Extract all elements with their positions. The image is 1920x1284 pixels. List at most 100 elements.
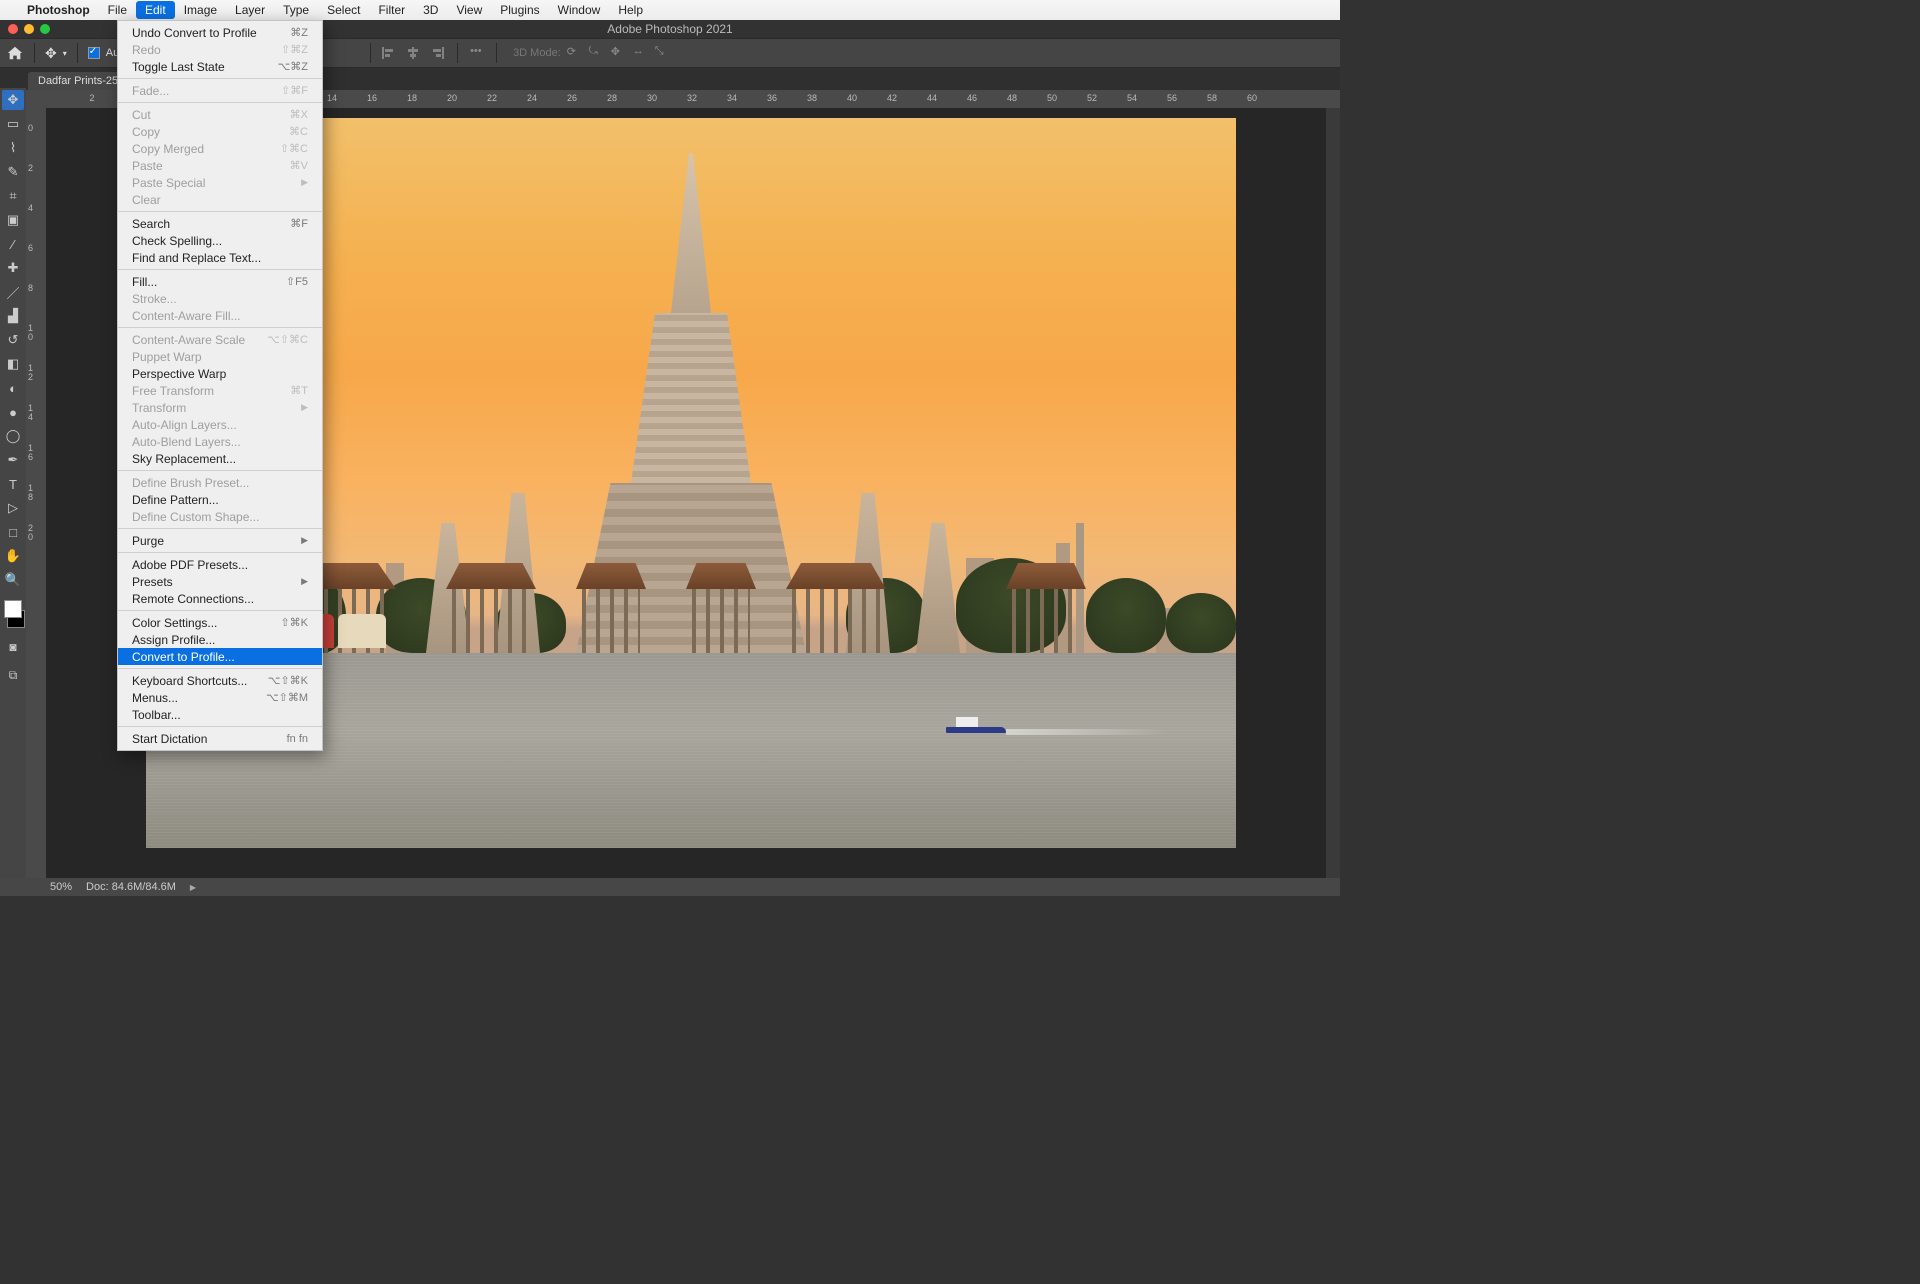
- align-left-icon[interactable]: [381, 45, 397, 61]
- menu-separator: [118, 211, 322, 212]
- eraser-tool[interactable]: ◧: [2, 354, 24, 374]
- menubar-edit[interactable]: Edit: [136, 1, 175, 19]
- 3d-slide-icon[interactable]: ↔: [633, 45, 649, 61]
- menu-item-color-settings[interactable]: Color Settings...⇧⌘K: [118, 614, 322, 631]
- align-hcenter-icon[interactable]: [405, 45, 421, 61]
- crop-tool[interactable]: ⌗: [2, 186, 24, 206]
- marquee-tool[interactable]: ▭: [2, 114, 24, 134]
- screen-mode-icon[interactable]: ⧉: [3, 668, 23, 684]
- menu-item-define-pattern[interactable]: Define Pattern...: [118, 491, 322, 508]
- path-select-tool[interactable]: ▷: [2, 498, 24, 518]
- menubar-window[interactable]: Window: [549, 1, 610, 19]
- quick-select-tool[interactable]: ✎: [2, 162, 24, 182]
- menubar-help[interactable]: Help: [609, 1, 652, 19]
- 3d-pan-icon[interactable]: ✥: [611, 45, 627, 61]
- submenu-arrow-icon: ▶: [301, 535, 308, 546]
- menu-item-fill[interactable]: Fill...⇧F5: [118, 273, 322, 290]
- menubar-plugins[interactable]: Plugins: [491, 1, 548, 19]
- hruler-tick: 34: [727, 93, 737, 103]
- menu-shortcut: ⌘T: [290, 384, 308, 397]
- menu-shortcut: ⌘X: [290, 108, 308, 121]
- zoom-level[interactable]: 50%: [50, 881, 72, 893]
- menubar-type[interactable]: Type: [274, 1, 318, 19]
- menu-item-sky-replacement[interactable]: Sky Replacement...: [118, 450, 322, 467]
- spot-heal-tool[interactable]: ✚: [2, 258, 24, 278]
- more-align-icon[interactable]: •••: [470, 45, 486, 61]
- menu-item-perspective-warp[interactable]: Perspective Warp: [118, 365, 322, 382]
- menubar-app[interactable]: Photoshop: [18, 1, 99, 19]
- rectangle-tool[interactable]: □: [2, 522, 24, 542]
- menu-item-label: Check Spelling...: [132, 234, 222, 248]
- menu-item-purge[interactable]: Purge▶: [118, 532, 322, 549]
- quick-mask-icon[interactable]: ◙: [3, 640, 23, 656]
- vertical-ruler: 024681 01 21 41 61 82 0: [26, 90, 46, 878]
- 3d-roll-icon[interactable]: ⤿: [589, 45, 605, 61]
- hruler-tick: 14: [327, 93, 337, 103]
- menu-item-label: Presets: [132, 575, 173, 589]
- history-brush-tool[interactable]: ↺: [2, 330, 24, 350]
- window-minimize-button[interactable]: [24, 24, 34, 34]
- menu-item-label: Content-Aware Fill...: [132, 309, 241, 323]
- hruler-tick: 28: [607, 93, 617, 103]
- hand-tool[interactable]: ✋: [2, 546, 24, 566]
- hruler-tick: 2: [89, 93, 94, 103]
- frame-tool[interactable]: ▣: [2, 210, 24, 230]
- vruler-tick: 1 4: [28, 404, 33, 422]
- menu-shortcut: ⌘Z: [290, 26, 308, 39]
- menu-item-adobe-pdf-presets[interactable]: Adobe PDF Presets...: [118, 556, 322, 573]
- submenu-arrow-icon: ▶: [301, 402, 308, 413]
- menu-item-remote-connections[interactable]: Remote Connections...: [118, 590, 322, 607]
- menu-item-label: Paste Special: [132, 176, 205, 190]
- menubar-filter[interactable]: Filter: [369, 1, 414, 19]
- menubar-image[interactable]: Image: [175, 1, 226, 19]
- menubar-layer[interactable]: Layer: [226, 1, 274, 19]
- menu-item-menus[interactable]: Menus...⌥⇧⌘M: [118, 689, 322, 706]
- menubar-3d[interactable]: 3D: [414, 1, 447, 19]
- menu-item-check-spelling[interactable]: Check Spelling...: [118, 232, 322, 249]
- vertical-scrollbar[interactable]: [1326, 108, 1340, 878]
- menu-item-start-dictation[interactable]: Start Dictationfn fn: [118, 730, 322, 747]
- lasso-tool[interactable]: ⌇: [2, 138, 24, 158]
- dodge-tool[interactable]: ◯: [2, 426, 24, 446]
- brush-tool[interactable]: ／: [2, 282, 24, 302]
- gradient-tool[interactable]: ◐: [2, 378, 24, 398]
- 3d-scale-icon[interactable]: ⤡: [655, 45, 671, 61]
- menubar-file[interactable]: File: [99, 1, 136, 19]
- window-close-button[interactable]: [8, 24, 18, 34]
- type-tool[interactable]: T: [2, 474, 24, 494]
- status-flyout-icon[interactable]: ▶: [190, 883, 196, 892]
- menu-item-assign-profile[interactable]: Assign Profile...: [118, 631, 322, 648]
- blur-tool[interactable]: ●: [2, 402, 24, 422]
- menu-item-toggle-last-state[interactable]: Toggle Last State⌥⌘Z: [118, 58, 322, 75]
- menu-item-undo-convert-to-profile[interactable]: Undo Convert to Profile⌘Z: [118, 24, 322, 41]
- doc-size[interactable]: Doc: 84.6M/84.6M: [86, 881, 176, 893]
- align-right-icon[interactable]: [429, 45, 445, 61]
- menubar-select[interactable]: Select: [318, 1, 369, 19]
- submenu-arrow-icon: ▶: [301, 576, 308, 587]
- document-tab-label: Dadfar Prints-253.j: [38, 75, 130, 87]
- eyedropper-tool[interactable]: ⁄: [2, 234, 24, 254]
- menu-item-find-and-replace-text[interactable]: Find and Replace Text...: [118, 249, 322, 266]
- macos-menubar: Photoshop FileEditImageLayerTypeSelectFi…: [0, 0, 1340, 20]
- image-pavilion: [1006, 563, 1086, 653]
- menu-shortcut: ⇧⌘C: [280, 142, 308, 155]
- menu-item-label: Auto-Blend Layers...: [132, 435, 241, 449]
- window-zoom-button[interactable]: [40, 24, 50, 34]
- menu-separator: [118, 610, 322, 611]
- hruler-tick: 24: [527, 93, 537, 103]
- menu-item-keyboard-shortcuts[interactable]: Keyboard Shortcuts...⌥⇧⌘K: [118, 672, 322, 689]
- auto-select-checkbox[interactable]: [88, 47, 100, 59]
- zoom-tool[interactable]: 🔍: [2, 570, 24, 590]
- move-tool-icon[interactable]: ✥: [45, 45, 57, 62]
- pen-tool[interactable]: ✒: [2, 450, 24, 470]
- home-icon[interactable]: [6, 45, 24, 61]
- menubar-view[interactable]: View: [447, 1, 491, 19]
- menu-item-toolbar[interactable]: Toolbar...: [118, 706, 322, 723]
- 3d-orbit-icon[interactable]: ⟳: [567, 45, 583, 61]
- menu-item-convert-to-profile[interactable]: Convert to Profile...: [118, 648, 322, 665]
- clone-stamp-tool[interactable]: ▟: [2, 306, 24, 326]
- menu-item-presets[interactable]: Presets ▶: [118, 573, 322, 590]
- foreground-swatch[interactable]: [4, 600, 22, 618]
- menu-item-search[interactable]: Search⌘F: [118, 215, 322, 232]
- move-tool[interactable]: ✥: [2, 90, 24, 110]
